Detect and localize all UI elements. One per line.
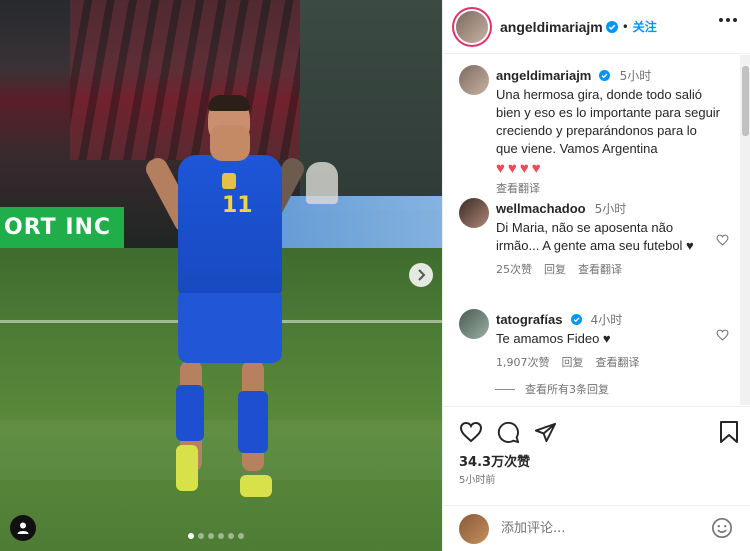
- post-detail-panel: angeldimariajm • 关注 angeldimariajm 5小时 U…: [442, 0, 750, 551]
- emoji-icon[interactable]: [711, 517, 733, 543]
- carousel-dots: [188, 533, 244, 539]
- tagged-users-button[interactable]: [10, 515, 36, 541]
- header-separator: •: [621, 19, 629, 34]
- comment-avatar[interactable]: [459, 309, 489, 339]
- follow-button[interactable]: 关注: [633, 18, 657, 35]
- send-icon: [534, 422, 557, 443]
- player-boot-right: [240, 475, 272, 497]
- crest-badge: [222, 173, 236, 189]
- heart-icon: [459, 421, 483, 443]
- advert-board: ORT INC: [0, 207, 124, 248]
- comment-like-heart-icon[interactable]: [716, 231, 729, 250]
- add-comment-input[interactable]: [501, 521, 701, 536]
- header-username[interactable]: angeldimariajm: [500, 19, 603, 35]
- view-replies-link[interactable]: 查看所有3条回复: [495, 381, 609, 397]
- share-button[interactable]: [534, 421, 557, 444]
- player-sock-right: [238, 391, 268, 453]
- player-hair: [208, 95, 250, 111]
- carousel-next-button[interactable]: [409, 263, 433, 287]
- comment-like-heart-icon[interactable]: [716, 326, 729, 345]
- carousel-dot[interactable]: [188, 533, 194, 539]
- post-photo[interactable]: ORT INC 11: [0, 0, 442, 551]
- player-shorts: [178, 293, 282, 363]
- player-boot-left: [176, 445, 198, 491]
- comment-text: Te amamos Fideo ♥: [496, 331, 611, 346]
- comment-avatar[interactable]: [459, 198, 489, 228]
- action-bar: 34.3万次赞 5小时前: [443, 406, 750, 506]
- comment-likes[interactable]: 25次赞: [496, 261, 532, 277]
- caption-hearts: ♥♥♥♥: [496, 160, 544, 177]
- comment-icon: [497, 421, 520, 444]
- carousel-dot[interactable]: [198, 533, 204, 539]
- comment-translate-link[interactable]: 查看翻译: [578, 261, 622, 277]
- player-shirt: 11: [178, 155, 282, 295]
- caption-username[interactable]: angeldimariajm: [496, 68, 591, 83]
- comment-translate-link[interactable]: 查看翻译: [596, 354, 640, 370]
- comment-reply-button[interactable]: 回复: [544, 261, 566, 277]
- verified-badge-icon: [570, 314, 582, 325]
- background-person: [306, 162, 338, 204]
- carousel-dot[interactable]: [208, 533, 214, 539]
- comment-likes[interactable]: 1,907次赞: [496, 354, 550, 370]
- more-options-icon[interactable]: [719, 18, 737, 22]
- user-icon: [17, 522, 29, 534]
- caption-text: Una hermosa gira, donde todo salió bien …: [496, 87, 721, 156]
- divider: [495, 388, 515, 390]
- current-user-avatar: [459, 513, 489, 544]
- advert-board-text: ORT INC: [4, 215, 112, 240]
- carousel-dot[interactable]: [218, 533, 224, 539]
- like-button[interactable]: [459, 421, 483, 444]
- player-figure: 11: [142, 95, 310, 505]
- comment-button[interactable]: [497, 421, 520, 444]
- verified-badge-icon: [605, 20, 618, 33]
- avatar[interactable]: [456, 10, 488, 43]
- bookmark-icon: [720, 421, 738, 443]
- comment-time: 4小时: [590, 313, 623, 327]
- post-timestamp: 5小时前: [459, 475, 496, 486]
- caption-avatar[interactable]: [459, 65, 489, 95]
- verified-badge-icon: [599, 70, 611, 81]
- caption-translate-link[interactable]: 查看翻译: [496, 180, 540, 196]
- comment-username[interactable]: wellmachadoo: [496, 201, 586, 216]
- comment-reply-button[interactable]: 回复: [562, 354, 584, 370]
- player-hands: [210, 125, 250, 161]
- comment-text: Di Maria, não se aposenta não irmão... A…: [496, 220, 694, 253]
- chevron-right-icon: [418, 269, 426, 281]
- post-header: angeldimariajm • 关注: [443, 0, 750, 54]
- jersey-number: 11: [222, 193, 253, 218]
- add-comment-bar: [443, 505, 750, 551]
- comment-username[interactable]: tatografías: [496, 312, 562, 327]
- comment-time: 5小时: [594, 202, 627, 216]
- caption-time: 5小时: [619, 69, 652, 83]
- likes-count[interactable]: 34.3万次赞: [459, 451, 530, 470]
- save-button[interactable]: [719, 421, 739, 443]
- comments-list[interactable]: angeldimariajm 5小时 Una hermosa gira, don…: [443, 55, 740, 405]
- carousel-dot[interactable]: [238, 533, 244, 539]
- player-sock-left: [176, 385, 204, 441]
- scrollbar-thumb[interactable]: [742, 66, 749, 136]
- view-replies-label: 查看所有3条回复: [525, 383, 609, 396]
- carousel-dot[interactable]: [228, 533, 234, 539]
